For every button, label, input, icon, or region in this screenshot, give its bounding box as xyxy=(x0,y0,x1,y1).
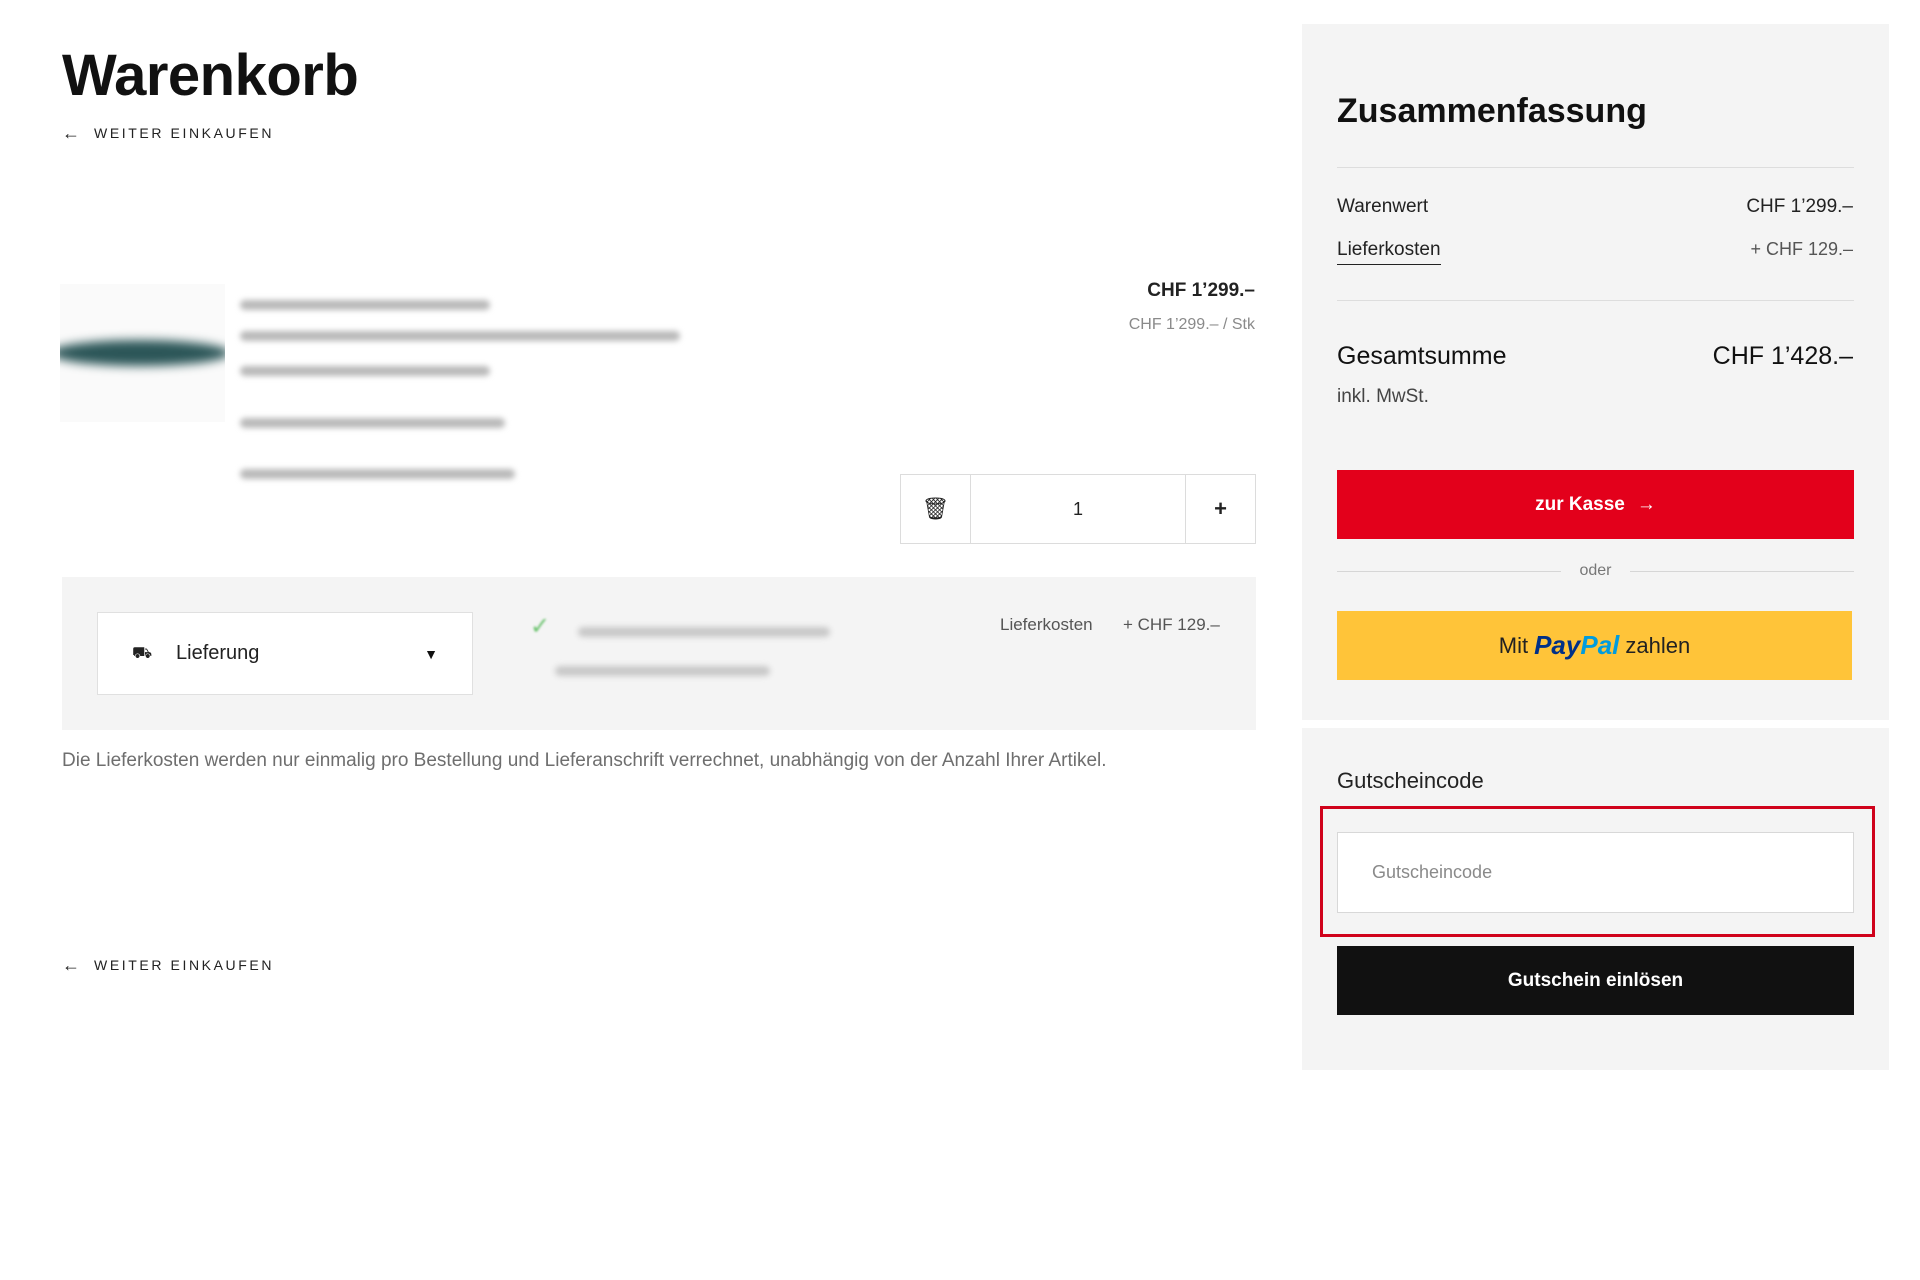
total-value: CHF 1’428.– xyxy=(1712,342,1853,370)
increase-quantity-button[interactable]: + xyxy=(1185,475,1255,543)
coupon-title: Gutscheincode xyxy=(1337,768,1484,793)
checkout-button[interactable]: zur Kasse → xyxy=(1337,470,1854,539)
delivery-cost-label: Lieferkosten xyxy=(1000,615,1093,634)
chevron-down-icon: ▼ xyxy=(424,645,438,662)
or-separator: oder xyxy=(1337,562,1854,580)
continue-shopping-link-top[interactable]: ← WEITER EINKAUFEN xyxy=(62,124,274,142)
product-image-blurred xyxy=(60,340,225,366)
arrow-left-icon: ← xyxy=(62,955,80,975)
continue-shopping-label: WEITER EINKAUFEN xyxy=(94,957,275,973)
summary-title: Zusammenfassung xyxy=(1337,92,1647,130)
paypal-logo: PayPal xyxy=(1534,630,1620,660)
arrow-right-icon: → xyxy=(1636,493,1656,515)
summary-divider xyxy=(1337,167,1854,168)
delivery-cost-note: Die Lieferkosten werden nur einmalig pro… xyxy=(62,750,1107,771)
total-label: Gesamtsumme xyxy=(1337,342,1507,370)
paypal-button[interactable]: Mit PayPal zahlen xyxy=(1337,611,1852,680)
paypal-prefix: Mit xyxy=(1498,632,1529,658)
redeem-coupon-button[interactable]: Gutschein einlösen xyxy=(1337,946,1854,1015)
continue-shopping-label: WEITER EINKAUFEN xyxy=(94,125,275,141)
shipping-cost-value: + CHF 129.– xyxy=(1750,239,1853,259)
product-image[interactable] xyxy=(60,284,225,422)
checkout-label: zur Kasse xyxy=(1535,493,1625,515)
coupon-code-input[interactable] xyxy=(1337,832,1854,913)
quantity-stepper: 🗑 1 + xyxy=(900,474,1256,544)
arrow-left-icon: ← xyxy=(62,123,80,143)
shipping-cost-link[interactable]: Lieferkosten xyxy=(1337,239,1441,265)
item-price: CHF 1’299.– xyxy=(1147,280,1255,301)
quantity-value[interactable]: 1 xyxy=(971,475,1185,543)
goods-value: CHF 1’299.– xyxy=(1746,196,1853,217)
page-title: Warenkorb xyxy=(62,43,359,108)
goods-value-label: Warenwert xyxy=(1337,196,1429,217)
paypal-suffix: zahlen xyxy=(1625,632,1691,658)
summary-divider xyxy=(1337,300,1854,301)
trash-icon: 🗑 xyxy=(921,496,950,521)
item-unit-price: CHF 1’299.– / Stk xyxy=(1128,316,1255,333)
remove-item-button[interactable]: 🗑 xyxy=(901,475,971,543)
delivery-cost-value: + CHF 129.– xyxy=(1123,615,1220,634)
check-icon: ✓ xyxy=(530,613,551,640)
shipping-cost-label: Lieferkosten xyxy=(1337,239,1441,265)
delivery-method-label: Lieferung xyxy=(176,642,260,664)
delivery-method-select[interactable]: ⛟ Lieferung ▼ xyxy=(97,612,473,695)
continue-shopping-link-bottom[interactable]: ← WEITER EINKAUFEN xyxy=(62,956,274,974)
or-label: oder xyxy=(1579,562,1612,579)
vat-note: inkl. MwSt. xyxy=(1337,386,1429,407)
truck-icon: ⛟ xyxy=(132,644,153,662)
